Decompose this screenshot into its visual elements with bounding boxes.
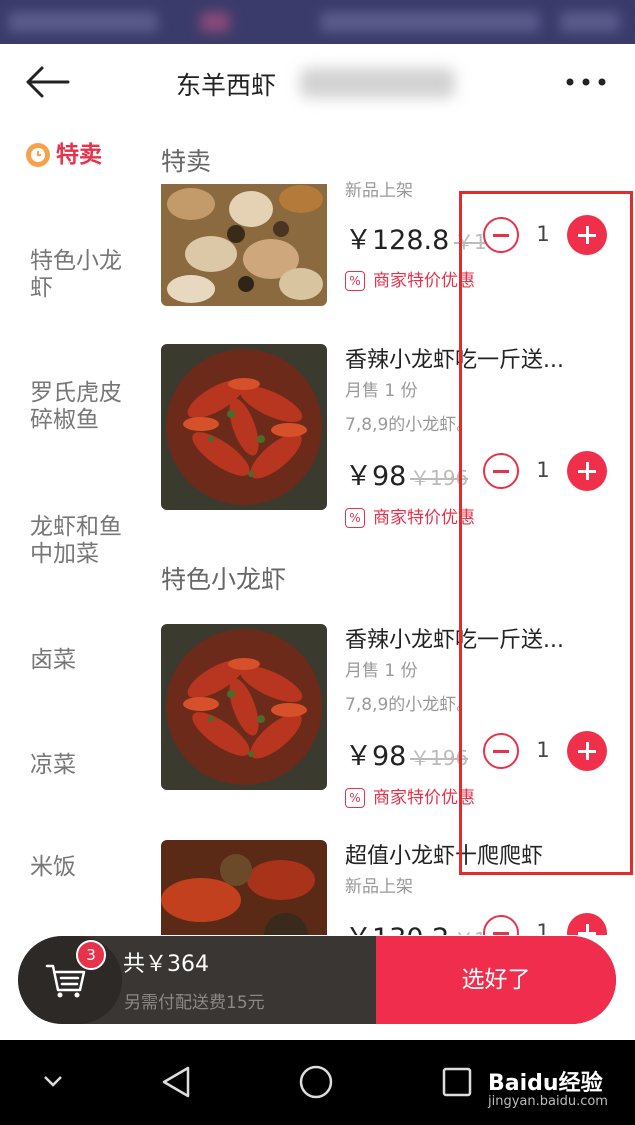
cart-count-badge: 3: [76, 940, 106, 970]
dish-price: ￥98: [345, 741, 407, 772]
dish-tag: 新品上架: [345, 181, 413, 201]
back-arrow-icon[interactable]: [24, 64, 70, 100]
dish-original-price: ￥1: [454, 230, 487, 254]
dish-original-price: ￥196: [410, 466, 469, 490]
sidebar-item-lucai[interactable]: 卤菜: [30, 647, 140, 674]
plus-button[interactable]: [567, 215, 607, 255]
dish-name: 香辣小龙虾吃一斤送...: [345, 628, 564, 653]
quantity: 1: [536, 222, 550, 246]
minus-button[interactable]: [483, 915, 519, 935]
promo-label: % 商家特价优惠: [345, 503, 475, 528]
promo-label: % 商家特价优惠: [345, 783, 475, 808]
dish-monthly-sales: 月售 1 份: [345, 381, 418, 401]
dish-image[interactable]: [161, 344, 327, 510]
watermark-brand: Baidu经验: [488, 1071, 603, 1096]
more-icon[interactable]: [563, 70, 609, 94]
sidebar-item-luoshi-yu[interactable]: 罗氏虎皮碎椒鱼: [30, 380, 140, 434]
section-title: 特卖: [161, 147, 212, 176]
dish-description: 7,8,9的小龙虾。: [345, 415, 474, 435]
sidebar-item-longxia-jiacai[interactable]: 龙虾和鱼中加菜: [30, 514, 140, 568]
percent-icon: %: [345, 508, 365, 528]
cart-button[interactable]: [18, 936, 122, 1024]
promo-text: 商家特价优惠: [373, 788, 475, 808]
nav-recent-icon[interactable]: [442, 1067, 472, 1097]
plus-button[interactable]: [567, 731, 607, 771]
dish-original-price: ￥196: [410, 746, 469, 770]
minus-button[interactable]: [483, 453, 519, 489]
top-header: 东羊西虾: [0, 44, 635, 120]
cart-total: 共￥364: [123, 952, 209, 977]
section-title: 特色小龙虾: [161, 565, 287, 594]
promo-label: % 商家特价优惠: [345, 266, 475, 291]
dish-image[interactable]: [161, 840, 327, 935]
dish-description: 7,8,9的小龙虾。: [345, 695, 474, 715]
dish-price: ￥128.8: [345, 225, 450, 256]
promo-text: 商家特价优惠: [373, 271, 475, 291]
dish-list: 特卖 新品上架 ￥128.8 ￥1 % 商家特价优惠 1 香辣小龙虾吃一斤送..…: [145, 120, 635, 935]
percent-icon: %: [345, 788, 365, 808]
minus-button[interactable]: [483, 217, 519, 253]
plus-button[interactable]: [567, 913, 607, 935]
quantity: 1: [536, 738, 550, 762]
dish-price: ￥130.2: [345, 916, 449, 935]
dish-price: ￥98: [345, 461, 407, 492]
quantity: 1: [536, 920, 550, 935]
sidebar-item-liangcai[interactable]: 凉菜: [30, 752, 140, 779]
nav-collapse-icon[interactable]: [42, 1074, 64, 1088]
dish-image[interactable]: [161, 624, 327, 790]
dish-image[interactable]: [161, 184, 327, 306]
sidebar-item-mifan[interactable]: 米饭: [30, 854, 140, 881]
nav-home-icon[interactable]: [298, 1064, 334, 1100]
status-bar: [0, 0, 635, 44]
watermark-url: jingyan.baidu.com: [488, 1094, 608, 1109]
dish-tag: 新品上架: [345, 877, 413, 897]
category-sidebar: 特卖 特色小龙虾 罗氏虎皮碎椒鱼 龙虾和鱼中加菜 卤菜 凉菜 米饭: [0, 120, 145, 935]
clock-icon: [26, 143, 50, 167]
percent-icon: %: [345, 271, 365, 291]
dish-name: 香辣小龙虾吃一斤送...: [345, 348, 564, 373]
sidebar-item-tese-xiaolongxia[interactable]: 特色小龙虾: [30, 248, 140, 302]
dish-name: 超值小龙虾十爬爬虾: [345, 844, 544, 869]
dish-monthly-sales: 月售 1 份: [345, 661, 418, 681]
promo-text: 商家特价优惠: [373, 508, 475, 528]
nav-back-icon[interactable]: [160, 1064, 192, 1100]
dish-original-price: ￥1: [454, 924, 487, 935]
title-blurred: [300, 68, 455, 98]
plus-button[interactable]: [567, 451, 607, 491]
checkout-button[interactable]: 选好了: [376, 936, 616, 1024]
quantity: 1: [536, 458, 550, 482]
page-title: 东羊西虾: [176, 71, 277, 100]
delivery-fee: 另需付配送费15元: [124, 993, 265, 1013]
minus-button[interactable]: [483, 733, 519, 769]
